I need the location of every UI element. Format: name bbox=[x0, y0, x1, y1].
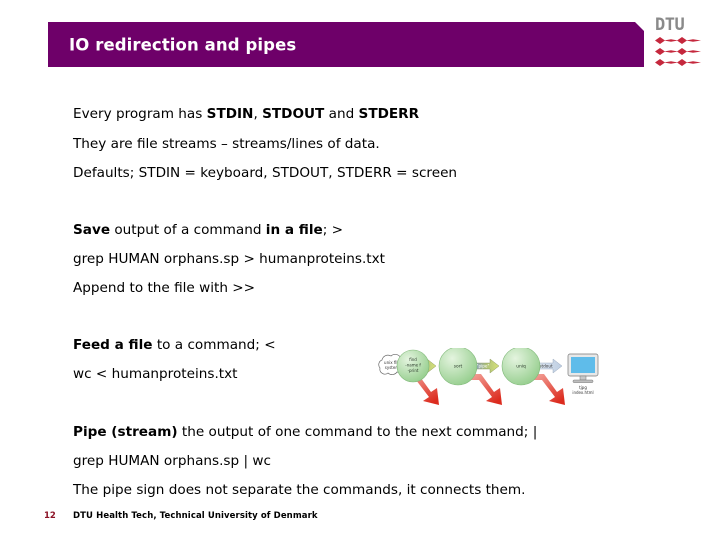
bullet-file-streams: They are file streams – streams/lines of… bbox=[73, 136, 380, 152]
pipeline-diagram-image: stderr stderr stderr "pipe" "pipe" stdou… bbox=[372, 348, 640, 410]
footer-text: DTU Health Tech, Technical University of… bbox=[73, 511, 318, 521]
bullet-save-output: Save output of a command in a file; > bbox=[73, 222, 343, 238]
text-run-bold: in a file bbox=[265, 222, 323, 238]
footer-page-number: 12 bbox=[44, 511, 56, 521]
stdout-arrow-group: stdout bbox=[538, 358, 563, 374]
text-run-bold: STDOUT bbox=[262, 106, 325, 122]
node-sort-label: sort bbox=[454, 364, 463, 370]
node-sort: sort bbox=[438, 348, 478, 386]
example-wc-input: wc < humanproteins.txt bbox=[73, 366, 238, 382]
note-pipe-connects: The pipe sign does not separate the comm… bbox=[73, 482, 526, 498]
text-run-bold: Feed a file bbox=[73, 337, 153, 353]
text-run: to a command; < bbox=[152, 337, 276, 353]
bullet-stdin-stdout-stderr: Every program has STDIN, STDOUT and STDE… bbox=[73, 106, 419, 122]
pipeline-diagram-svg: stderr stderr stderr "pipe" "pipe" stdou… bbox=[378, 348, 599, 405]
bullet-defaults: Defaults; STDIN = keyboard, STDOUT, STDE… bbox=[73, 165, 458, 181]
monitor-icon: tjpg index.html bbox=[567, 353, 599, 395]
node-find-line1: find bbox=[409, 357, 417, 362]
node-uniq: uniq bbox=[501, 348, 541, 386]
text-run: the output of one command to the next co… bbox=[177, 424, 538, 440]
slide-body: Every program has STDIN, STDOUT and STDE… bbox=[0, 0, 720, 540]
bullet-pipe-stream: Pipe (stream) the output of one command … bbox=[73, 424, 537, 440]
text-run: , bbox=[253, 106, 263, 122]
text-run: ; > bbox=[322, 222, 344, 238]
node-uniq-label: uniq bbox=[516, 364, 526, 370]
text-run-bold: Save bbox=[73, 222, 111, 238]
text-run: and bbox=[324, 106, 359, 122]
text-run-bold: STDERR bbox=[358, 106, 420, 122]
text-run: output of a command bbox=[110, 222, 266, 238]
text-run-bold: Pipe (stream) bbox=[73, 424, 178, 440]
node-find-line3: -print bbox=[408, 368, 419, 373]
text-run-bold: STDIN bbox=[206, 106, 254, 122]
bullet-feed-a-file: Feed a file to a command; < bbox=[73, 337, 276, 353]
text-run: Every program has bbox=[73, 106, 207, 122]
pipe-label: "pipe" bbox=[477, 364, 490, 369]
node-find: find -name f -print bbox=[396, 349, 430, 383]
example-grep-pipe-wc: grep HUMAN orphans.sp | wc bbox=[73, 453, 271, 469]
stderr-arrow-group: stderr stderr stderr bbox=[405, 374, 565, 405]
monitor-label-line2: index.html bbox=[572, 390, 593, 395]
example-grep-redirect: grep HUMAN orphans.sp > humanproteins.tx… bbox=[73, 251, 386, 267]
node-find-line2: -name f bbox=[405, 363, 421, 368]
bullet-append: Append to the file with >> bbox=[73, 280, 256, 296]
stdout-label: stdout bbox=[539, 364, 553, 369]
